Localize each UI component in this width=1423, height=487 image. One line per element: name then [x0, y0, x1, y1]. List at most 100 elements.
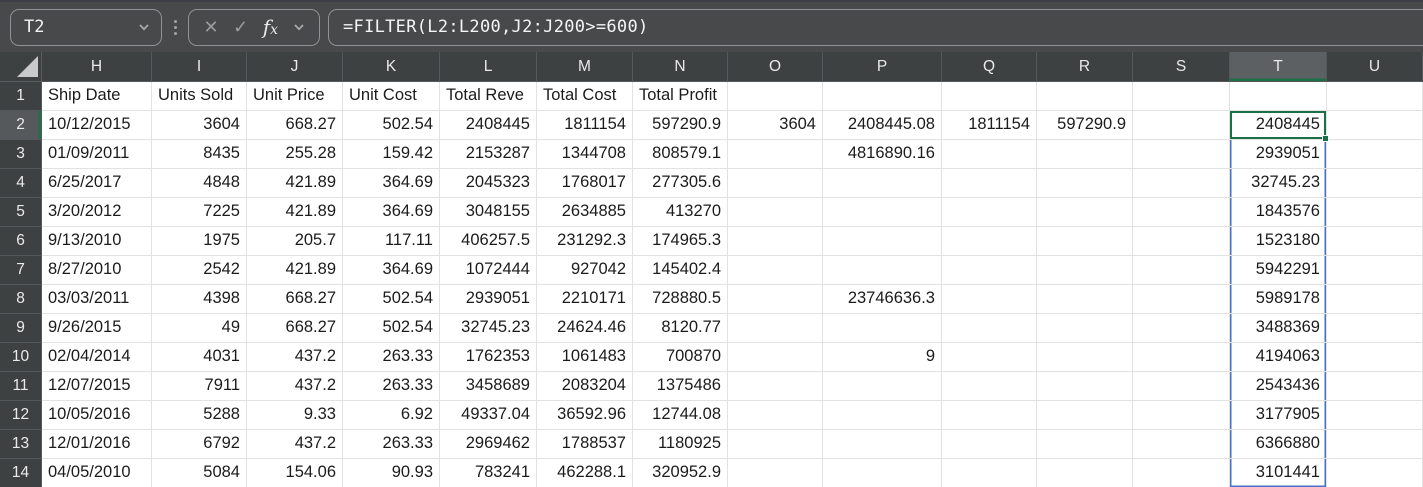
cell-P10[interactable]: 9 [823, 343, 942, 372]
cell-H14[interactable]: 04/05/2010 [42, 459, 152, 487]
cell-N5[interactable]: 413270 [633, 198, 728, 227]
cell-L11[interactable]: 3458689 [440, 372, 537, 401]
cell-T13[interactable]: 6366880 [1230, 430, 1327, 459]
cell-S2[interactable] [1133, 111, 1230, 140]
cell-U11[interactable] [1327, 372, 1423, 401]
cell-J11[interactable]: 437.2 [247, 372, 343, 401]
cell-P4[interactable] [823, 169, 942, 198]
cell-J3[interactable]: 255.28 [247, 140, 343, 169]
row-header-14[interactable]: 14 [0, 459, 42, 487]
cell-O2[interactable]: 3604 [728, 111, 823, 140]
column-header-Q[interactable]: Q [942, 52, 1037, 82]
cell-M11[interactable]: 2083204 [537, 372, 633, 401]
cell-P8[interactable]: 23746636.3 [823, 285, 942, 314]
cell-S8[interactable] [1133, 285, 1230, 314]
cell-R12[interactable] [1037, 401, 1133, 430]
cell-K11[interactable]: 263.33 [343, 372, 440, 401]
cell-R4[interactable] [1037, 169, 1133, 198]
cell-S14[interactable] [1133, 459, 1230, 487]
cell-P6[interactable] [823, 227, 942, 256]
cell-I4[interactable]: 4848 [152, 169, 247, 198]
row-header-5[interactable]: 5 [0, 198, 42, 227]
row-header-10[interactable]: 10 [0, 343, 42, 372]
cell-P5[interactable] [823, 198, 942, 227]
cell-K6[interactable]: 117.11 [343, 227, 440, 256]
accept-icon[interactable]: ✓ [233, 18, 248, 36]
cell-T14[interactable]: 3101441 [1230, 459, 1327, 487]
cell-T11[interactable]: 2543436 [1230, 372, 1327, 401]
cell-S10[interactable] [1133, 343, 1230, 372]
cell-K12[interactable]: 6.92 [343, 401, 440, 430]
cell-Q2[interactable]: 1811154 [942, 111, 1037, 140]
cell-H4[interactable]: 6/25/2017 [42, 169, 152, 198]
cell-J4[interactable]: 421.89 [247, 169, 343, 198]
cell-K5[interactable]: 364.69 [343, 198, 440, 227]
row-header-3[interactable]: 3 [0, 140, 42, 169]
cell-M6[interactable]: 231292.3 [537, 227, 633, 256]
formula-bar-input[interactable]: =FILTER(L2:L200,J2:J200>=600) [328, 8, 1423, 46]
column-header-P[interactable]: P [823, 52, 942, 82]
cell-R11[interactable] [1037, 372, 1133, 401]
cell-P11[interactable] [823, 372, 942, 401]
cell-K2[interactable]: 502.54 [343, 111, 440, 140]
cell-R6[interactable] [1037, 227, 1133, 256]
cell-K3[interactable]: 159.42 [343, 140, 440, 169]
cell-P1[interactable] [823, 82, 942, 111]
cell-U8[interactable] [1327, 285, 1423, 314]
cell-L4[interactable]: 2045323 [440, 169, 537, 198]
cell-P3[interactable]: 4816890.16 [823, 140, 942, 169]
cell-S3[interactable] [1133, 140, 1230, 169]
cell-R7[interactable] [1037, 256, 1133, 285]
chevron-down-icon[interactable] [138, 21, 150, 33]
cell-I11[interactable]: 7911 [152, 372, 247, 401]
column-header-L[interactable]: L [440, 52, 537, 82]
column-header-U[interactable]: U [1327, 52, 1423, 82]
cell-N11[interactable]: 1375486 [633, 372, 728, 401]
cell-H1[interactable]: Ship Date [42, 82, 152, 111]
cell-T6[interactable]: 1523180 [1230, 227, 1327, 256]
cell-K8[interactable]: 502.54 [343, 285, 440, 314]
cell-M4[interactable]: 1768017 [537, 169, 633, 198]
cell-J14[interactable]: 154.06 [247, 459, 343, 487]
cell-J8[interactable]: 668.27 [247, 285, 343, 314]
cell-J9[interactable]: 668.27 [247, 314, 343, 343]
cell-S6[interactable] [1133, 227, 1230, 256]
cell-R5[interactable] [1037, 198, 1133, 227]
cell-Q3[interactable] [942, 140, 1037, 169]
cell-L6[interactable]: 406257.5 [440, 227, 537, 256]
column-header-R[interactable]: R [1037, 52, 1133, 82]
cell-S1[interactable] [1133, 82, 1230, 111]
cell-L12[interactable]: 49337.04 [440, 401, 537, 430]
cell-H8[interactable]: 03/03/2011 [42, 285, 152, 314]
cell-R1[interactable] [1037, 82, 1133, 111]
cell-O6[interactable] [728, 227, 823, 256]
cell-J10[interactable]: 437.2 [247, 343, 343, 372]
cell-O14[interactable] [728, 459, 823, 487]
cell-L14[interactable]: 783241 [440, 459, 537, 487]
cell-Q12[interactable] [942, 401, 1037, 430]
cell-H12[interactable]: 10/05/2016 [42, 401, 152, 430]
cell-M2[interactable]: 1811154 [537, 111, 633, 140]
cell-U12[interactable] [1327, 401, 1423, 430]
cell-H2[interactable]: 10/12/2015 [42, 111, 152, 140]
cell-M7[interactable]: 927042 [537, 256, 633, 285]
cell-L3[interactable]: 2153287 [440, 140, 537, 169]
cell-U7[interactable] [1327, 256, 1423, 285]
column-header-K[interactable]: K [343, 52, 440, 82]
row-header-11[interactable]: 11 [0, 372, 42, 401]
cell-N10[interactable]: 700870 [633, 343, 728, 372]
cell-R10[interactable] [1037, 343, 1133, 372]
cell-U9[interactable] [1327, 314, 1423, 343]
kebab-menu-icon[interactable] [174, 19, 177, 35]
column-header-H[interactable]: H [42, 52, 152, 82]
cell-H13[interactable]: 12/01/2016 [42, 430, 152, 459]
cell-O1[interactable] [728, 82, 823, 111]
row-header-4[interactable]: 4 [0, 169, 42, 198]
cell-O9[interactable] [728, 314, 823, 343]
cell-N8[interactable]: 728880.5 [633, 285, 728, 314]
cell-P12[interactable] [823, 401, 942, 430]
cell-K14[interactable]: 90.93 [343, 459, 440, 487]
cell-Q4[interactable] [942, 169, 1037, 198]
cell-H5[interactable]: 3/20/2012 [42, 198, 152, 227]
row-header-12[interactable]: 12 [0, 401, 42, 430]
